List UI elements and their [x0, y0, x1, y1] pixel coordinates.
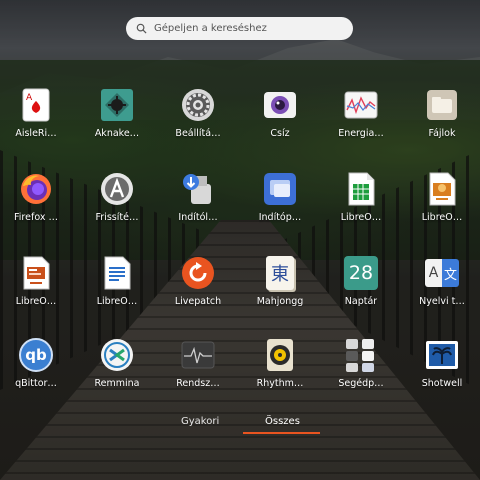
mahjongg-icon: 東	[263, 256, 297, 290]
libreoffice-presentation-icon	[19, 256, 53, 290]
app-rhythmbox[interactable]: Rhythm…	[240, 334, 320, 414]
app-settings[interactable]: Beállítá…	[158, 84, 238, 164]
app-utilities-folder[interactable]: Segédp…	[321, 334, 401, 414]
app-label: Indítóp…	[258, 212, 302, 223]
app-label: LibreO…	[15, 296, 57, 307]
qbit-text: qb	[19, 338, 53, 372]
calendar-icon: 28	[344, 256, 378, 290]
libreoffice-calc-icon	[344, 172, 378, 206]
app-label: Livepatch	[174, 296, 222, 307]
settings-icon	[181, 88, 215, 122]
app-label: Csíz	[270, 128, 290, 139]
remmina-icon	[100, 338, 134, 372]
app-label: Indítól…	[178, 212, 218, 223]
app-calendar[interactable]: 28 Naptár	[321, 252, 401, 332]
tab-frequent[interactable]: Gyakori	[181, 416, 219, 427]
app-libreoffice-writer[interactable]: LibreO…	[77, 252, 157, 332]
app-libreoffice-calc[interactable]: LibreO…	[321, 168, 401, 248]
calendar-day: 28	[348, 262, 374, 284]
app-label: Naptár	[344, 296, 378, 307]
app-label: LibreO…	[96, 296, 138, 307]
firefox-icon	[19, 172, 53, 206]
startup-apps-icon	[263, 172, 297, 206]
libreoffice-writer-icon	[100, 256, 134, 290]
app-label: Mahjongg	[256, 296, 304, 307]
software-updater-icon	[100, 172, 134, 206]
search-icon	[136, 23, 147, 34]
app-label: AisleRi…	[15, 128, 57, 139]
mahjongg-glyph: 東	[266, 256, 294, 290]
language-glyph-b: 文	[442, 259, 459, 287]
app-cheese[interactable]: Csíz	[240, 84, 320, 164]
camera-icon	[263, 88, 297, 122]
app-label: qBittor…	[15, 378, 57, 389]
app-software-updater[interactable]: Frissíté…	[77, 168, 157, 248]
app-files[interactable]: Fájlok	[402, 84, 480, 164]
app-label: Firefox …	[14, 212, 58, 223]
usb-startup-icon	[181, 172, 215, 206]
app-aisleriot[interactable]: A AisleRi…	[0, 84, 76, 164]
app-shotwell[interactable]: Shotwell	[402, 334, 480, 414]
svg-text:A: A	[26, 93, 33, 103]
app-power-statistics[interactable]: Energia…	[321, 84, 401, 164]
language-glyph-a: A	[425, 259, 442, 287]
app-libreoffice-presentation[interactable]: LibreO…	[0, 252, 76, 332]
app-label: Energia…	[338, 128, 384, 139]
app-language-support[interactable]: A 文 Nyelvi t…	[402, 252, 480, 332]
rhythmbox-icon	[263, 338, 297, 372]
app-label: Segédp…	[338, 378, 384, 389]
app-qbittorrent[interactable]: qb qBittor…	[0, 334, 76, 414]
app-label: LibreO…	[421, 212, 463, 223]
app-label: Beállítá…	[175, 128, 221, 139]
app-label: Rhythm…	[256, 378, 304, 389]
app-libreoffice-impress[interactable]: LibreO…	[402, 168, 480, 248]
app-label: Fájlok	[428, 128, 456, 139]
app-minesweeper[interactable]: Aknake…	[77, 84, 157, 164]
app-label: Aknake…	[94, 128, 140, 139]
app-label: Frissíté…	[95, 212, 139, 223]
folder-icon	[425, 88, 459, 122]
language-support-icon: A 文	[425, 256, 459, 290]
minesweeper-icon	[100, 88, 134, 122]
livepatch-icon	[181, 256, 215, 290]
app-startup-applications[interactable]: Indítóp…	[240, 168, 320, 248]
view-tabs: Gyakori Összes	[0, 416, 480, 436]
app-firefox[interactable]: Firefox …	[0, 168, 76, 248]
search-bar[interactable]	[126, 17, 353, 40]
utilities-folder-icon	[344, 338, 378, 372]
app-remmina[interactable]: Remmina	[77, 334, 157, 414]
power-stats-icon	[344, 88, 378, 122]
app-mahjongg[interactable]: 東 Mahjongg	[240, 252, 320, 332]
qbittorrent-icon: qb	[19, 338, 53, 372]
app-label: Remmina	[94, 378, 140, 389]
app-system-monitor[interactable]: Rendsz…	[158, 334, 238, 414]
search-input[interactable]	[154, 23, 344, 34]
app-livepatch[interactable]: Livepatch	[158, 252, 238, 332]
app-label: Nyelvi t…	[419, 296, 465, 307]
system-monitor-icon	[181, 338, 215, 372]
shotwell-icon	[425, 338, 459, 372]
active-tab-indicator	[243, 432, 320, 434]
card-game-icon: A	[19, 88, 53, 122]
app-startup-disk-creator[interactable]: Indítól…	[158, 168, 238, 248]
app-label: Rendsz…	[176, 378, 220, 389]
libreoffice-impress-icon	[425, 172, 459, 206]
app-label: Shotwell	[421, 378, 463, 389]
app-label: LibreO…	[340, 212, 382, 223]
tab-all[interactable]: Összes	[265, 416, 300, 427]
